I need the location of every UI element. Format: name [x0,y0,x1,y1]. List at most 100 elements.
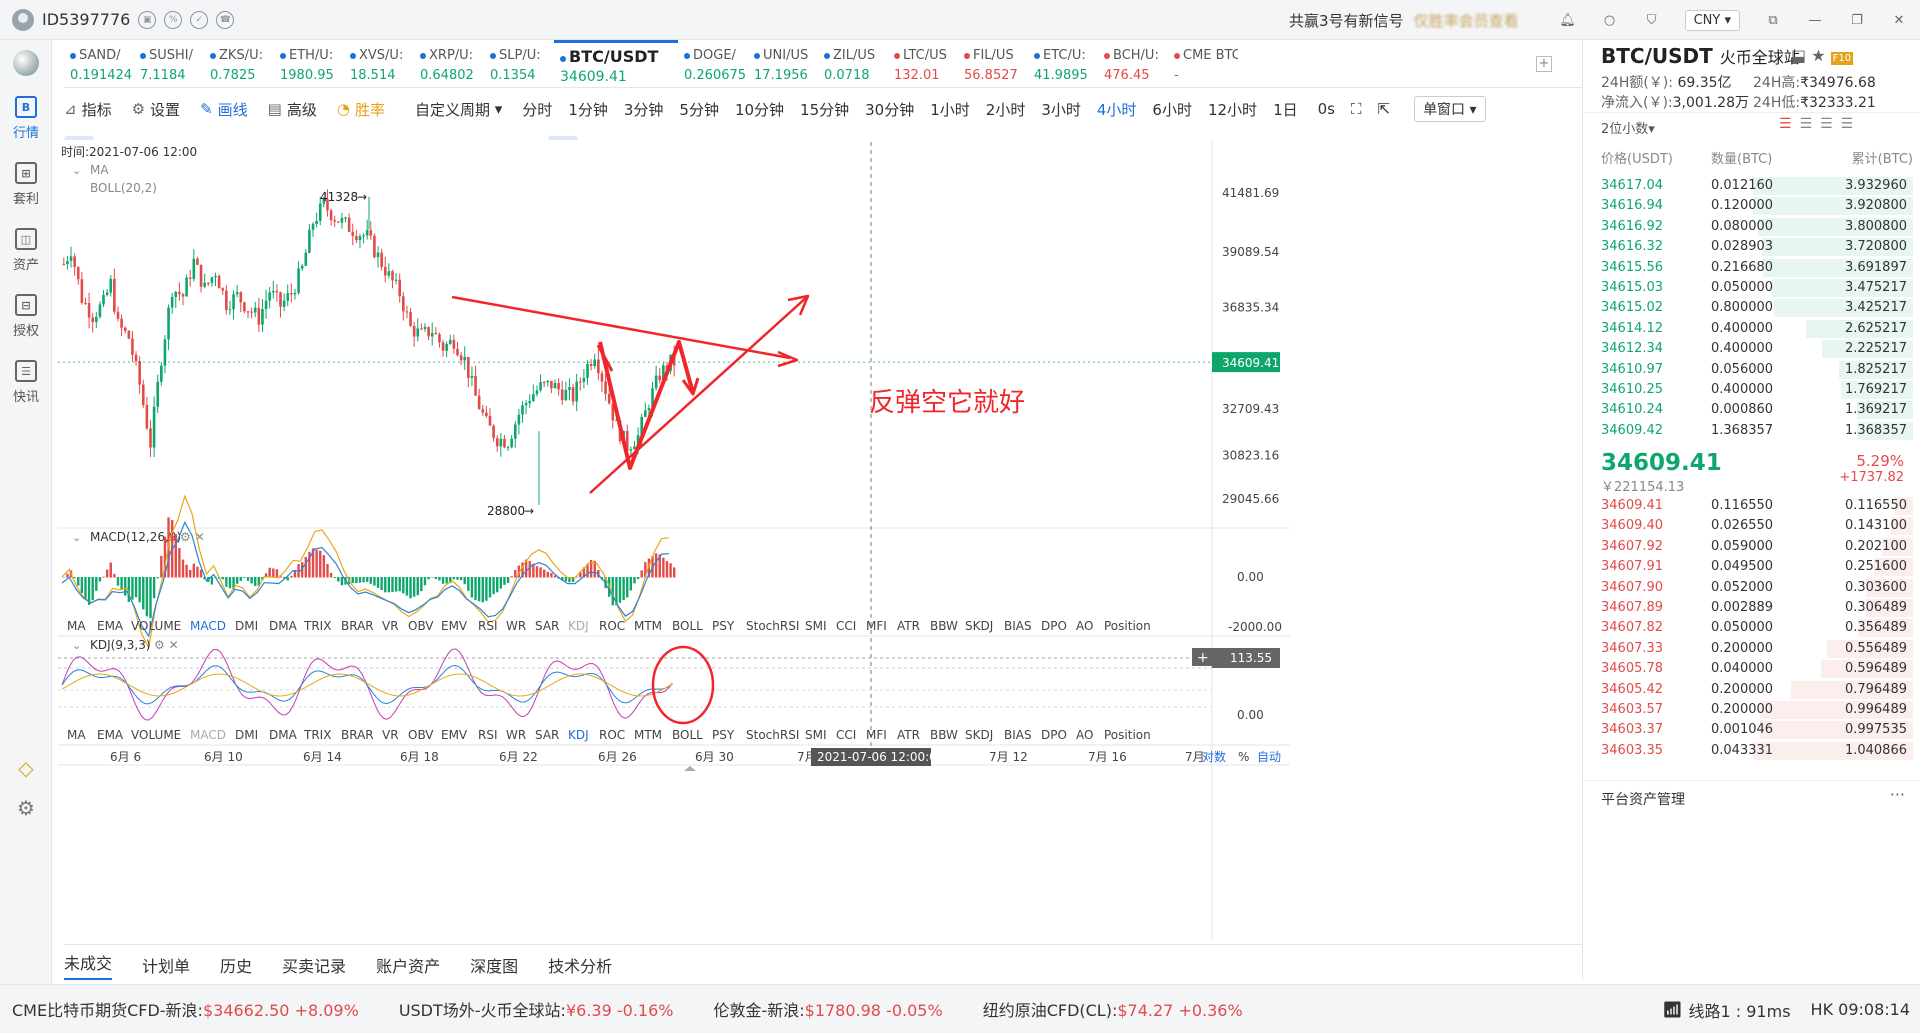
status-item-0[interactable]: CME比特币期货CFD-新浪:$34662.50 +8.09% [12,997,359,1021]
shirt-icon[interactable]: ⛉ [1641,9,1663,31]
bid-row[interactable]: 34603.37 0.001046 0.997535 [1583,720,1920,740]
ask-row[interactable]: 34610.97 0.056000 1.825217 [1583,360,1920,380]
bid-row[interactable]: 34605.42 0.200000 0.796489 [1583,680,1920,700]
indicator-tab-wr[interactable]: WR [506,619,526,633]
bid-row[interactable]: 34607.89 0.002889 0.306489 [1583,598,1920,618]
indicator-tab-brar[interactable]: BRAR [341,619,374,633]
pip-icon[interactable]: ⧉ [1762,9,1784,31]
bottom-tab-3[interactable]: 买卖记录 [282,953,346,977]
status-item-3[interactable]: 纽约原油CFD(CL):$74.27 +0.36% [983,997,1243,1021]
indicator-tab-macd[interactable]: MACD [190,728,226,742]
indicator-tab-macd[interactable]: MACD [190,619,226,633]
bid-row[interactable]: 34605.78 0.040000 0.596489 [1583,659,1920,679]
auto-toggle[interactable]: 自动 [1257,750,1281,764]
indicator-tab-emv[interactable]: EMV [441,619,468,633]
log-toggle[interactable]: 对数 [1202,749,1226,764]
indicator-tab-cci[interactable]: CCI [836,728,856,742]
bottom-tab-2[interactable]: 历史 [220,953,252,977]
indicator-tab-ema[interactable]: EMA [97,728,124,742]
ask-row[interactable]: 34616.92 0.080000 3.800800 [1583,217,1920,237]
indicator-tab-sar[interactable]: SAR [535,728,559,742]
indicator-tab-ao[interactable]: AO [1076,619,1093,633]
indicator-tab-skdj[interactable]: SKDJ [965,619,993,633]
indicator-tab-obv[interactable]: OBV [408,728,434,742]
bottom-tab-1[interactable]: 计划单 [142,953,190,977]
ask-row[interactable]: 34617.04 0.012160 3.932960 [1583,176,1920,196]
indicator-tab-stochrsi[interactable]: StochRSI [746,619,799,633]
indicator-tab-stochrsi[interactable]: StochRSI [746,728,799,742]
indicator-tab-bias[interactable]: BIAS [1004,728,1032,742]
indicator-tab-boll[interactable]: BOLL [672,619,703,633]
indicator-tab-vr[interactable]: VR [382,619,399,633]
status-item-1[interactable]: USDT场外-火币全球站:¥6.39 -0.16% [399,997,674,1021]
indicator-tab-vr[interactable]: VR [382,728,399,742]
bid-row[interactable]: 34607.92 0.059000 0.202100 [1583,537,1920,557]
indicator-tab-kdj[interactable]: KDJ [568,728,589,742]
indicator-tab-ma[interactable]: MA [67,728,86,742]
bottom-tab-6[interactable]: 技术分析 [548,953,612,977]
chart-area[interactable]: 时间:2021-07-06 12:00 MA BOLL(20,2) ⌄ 41481.69… [0,0,1582,960]
indicator-tab-dma[interactable]: DMA [269,728,298,742]
asset-footer[interactable]: 平台资产管理 ··· [1583,780,1920,810]
indicator-tab-sar[interactable]: SAR [535,619,559,633]
bid-row[interactable]: 34603.35 0.043331 1.040866 [1583,741,1920,761]
indicator-tab-dma[interactable]: DMA [269,619,298,633]
indicator-tab-dpo[interactable]: DPO [1041,728,1067,742]
minimize-icon[interactable]: — [1804,9,1826,31]
ask-row[interactable]: 34614.12 0.400000 2.625217 [1583,319,1920,339]
ask-row[interactable]: 34610.25 0.400000 1.769217 [1583,380,1920,400]
indicator-tab-wr[interactable]: WR [506,728,526,742]
ask-row[interactable]: 34616.94 0.120000 3.920800 [1583,196,1920,216]
indicator-tab-volume[interactable]: VOLUME [131,728,181,742]
indicator-tab-mfi[interactable]: MFI [866,728,887,742]
search-icon[interactable]: ○ [1599,9,1621,31]
indicator-tab-cci[interactable]: CCI [836,619,856,633]
ask-row[interactable]: 34615.03 0.050000 3.475217 [1583,278,1920,298]
bid-row[interactable]: 34607.82 0.050000 0.356489 [1583,618,1920,638]
depth-mode-icons[interactable]: ☰☰☰☰ [1779,116,1861,132]
bottom-tab-0[interactable]: 未成交 [64,950,113,980]
bid-row[interactable]: 34609.40 0.026550 0.143100 [1583,516,1920,536]
indicator-tab-trix[interactable]: TRIX [303,728,331,742]
bid-row[interactable]: 34607.91 0.049500 0.251600 [1583,557,1920,577]
bottom-tab-4[interactable]: 账户资产 [376,953,440,977]
indicator-tab-boll[interactable]: BOLL [672,728,703,742]
indicator-tab-smi[interactable]: SMI [805,728,827,742]
indicator-tab-volume[interactable]: VOLUME [131,619,181,633]
currency-select[interactable]: CNY ▾ [1684,9,1740,31]
indicator-tab-mfi[interactable]: MFI [866,619,887,633]
indicator-tab-atr[interactable]: ATR [897,728,920,742]
indicator-tab-skdj[interactable]: SKDJ [965,728,993,742]
indicator-tab-bbw[interactable]: BBW [930,728,958,742]
indicator-tab-dpo[interactable]: DPO [1041,619,1067,633]
indicator-tab-dmi[interactable]: DMI [235,728,258,742]
indicator-tab-dmi[interactable]: DMI [235,619,258,633]
ask-row[interactable]: 34615.56 0.216680 3.691897 [1583,258,1920,278]
indicator-tab-rsi[interactable]: RSI [478,619,498,633]
indicator-tab-atr[interactable]: ATR [897,619,920,633]
indicator-tab-ema[interactable]: EMA [97,619,124,633]
indicator-tab-smi[interactable]: SMI [805,619,827,633]
close-icon[interactable]: ✕ [1888,9,1910,31]
indicator-tab-psy[interactable]: PSY [712,619,735,633]
indicator-tab-trix[interactable]: TRIX [303,619,331,633]
percent-toggle[interactable]: % [1238,750,1249,764]
indicator-tab-roc[interactable]: ROC [599,728,625,742]
indicator-tab-emv[interactable]: EMV [441,728,468,742]
bid-row[interactable]: 34603.57 0.200000 0.996489 [1583,700,1920,720]
restore-icon[interactable]: ❐ [1846,9,1868,31]
indicator-tab-position[interactable]: Position [1104,619,1151,633]
indicator-tab-ao[interactable]: AO [1076,728,1093,742]
ask-row[interactable]: 34610.24 0.000860 1.369217 [1583,400,1920,420]
indicator-tab-psy[interactable]: PSY [712,728,735,742]
ask-row[interactable]: 34609.42 1.368357 1.368357 [1583,421,1920,441]
fav-icons[interactable]: ⬓ ★ F10 [1791,46,1854,65]
status-item-2[interactable]: 伦敦金-新浪:$1780.98 -0.05% [713,997,942,1021]
indicator-tab-mtm[interactable]: MTM [634,728,662,742]
bottom-tab-5[interactable]: 深度图 [470,953,518,977]
indicator-tab-bias[interactable]: BIAS [1004,619,1032,633]
indicator-tab-brar[interactable]: BRAR [341,728,374,742]
indicator-tab-kdj[interactable]: KDJ [568,619,589,633]
indicator-tab-mtm[interactable]: MTM [634,619,662,633]
indicator-tab-position[interactable]: Position [1104,728,1151,742]
